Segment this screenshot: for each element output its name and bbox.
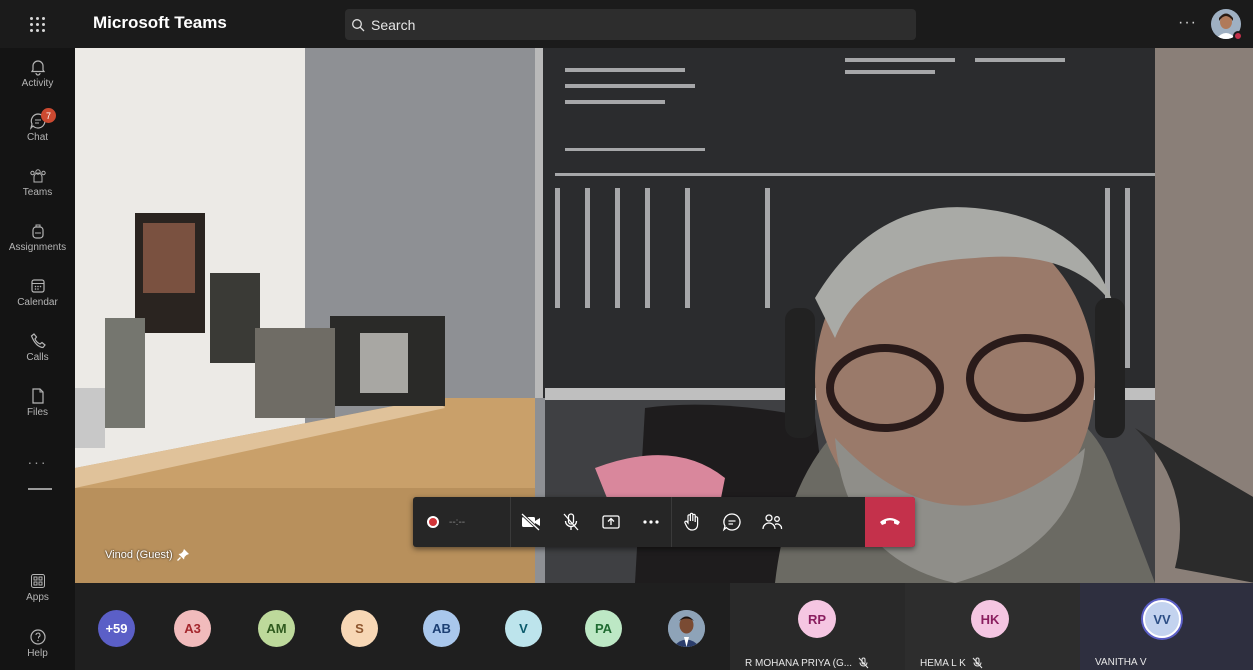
search-input[interactable]: Search bbox=[345, 9, 916, 40]
more-icon bbox=[643, 520, 659, 524]
share-screen-button[interactable] bbox=[591, 497, 631, 547]
rail-item-assignments[interactable]: Assignments bbox=[0, 222, 75, 253]
camera-off-icon bbox=[520, 513, 541, 531]
rail-item-files[interactable]: Files bbox=[0, 387, 75, 418]
participant-strip: +59 A3 AM S AB V PA RP R MOHANA PRIYA (G… bbox=[75, 583, 1253, 670]
mic-off-icon bbox=[972, 657, 983, 669]
pin-icon bbox=[176, 549, 189, 561]
raise-hand-icon bbox=[684, 512, 699, 531]
more-apps-button[interactable]: ··· bbox=[0, 454, 75, 470]
rail-item-chat[interactable]: 7 Chat bbox=[0, 108, 75, 143]
participant-tile-label: R MOHANA PRIYA (G... bbox=[745, 657, 869, 669]
recording-timer: --:-- bbox=[449, 516, 466, 528]
apps-icon bbox=[30, 574, 45, 588]
participant-name: HEMA L K bbox=[920, 657, 966, 669]
file-icon bbox=[31, 388, 44, 404]
calendar-icon bbox=[30, 279, 45, 293]
more-actions-button[interactable] bbox=[631, 497, 671, 547]
record-icon bbox=[427, 516, 439, 528]
backpack-icon bbox=[31, 224, 44, 239]
hang-up-icon bbox=[880, 518, 900, 525]
rail-label: Teams bbox=[22, 187, 53, 198]
rail-item-teams[interactable]: Teams bbox=[0, 167, 75, 198]
people-icon bbox=[762, 514, 783, 530]
rail-item-apps[interactable]: Apps bbox=[0, 572, 75, 603]
rail-item-calendar[interactable]: Calendar bbox=[0, 277, 75, 308]
participant-tile-speaking[interactable]: VV VANITHA V bbox=[1080, 583, 1253, 670]
rail-label: Chat bbox=[26, 132, 49, 143]
participant-avatar[interactable]: AM bbox=[258, 610, 295, 647]
leave-call-button[interactable] bbox=[865, 497, 915, 547]
phone-icon bbox=[30, 333, 46, 349]
app-rail: Activity 7 Chat Teams Assignments Calend… bbox=[0, 48, 75, 670]
participant-photo-avatar[interactable] bbox=[668, 610, 705, 647]
title-bar: Microsoft Teams Search ··· bbox=[0, 0, 1253, 48]
participant-name: Vinod (Guest) bbox=[105, 548, 173, 561]
participant-tile[interactable]: RP R MOHANA PRIYA (G... bbox=[730, 583, 905, 670]
help-icon bbox=[29, 629, 46, 645]
search-icon bbox=[351, 18, 365, 32]
rail-divider bbox=[28, 488, 52, 490]
rail-label: Calls bbox=[26, 352, 49, 363]
participant-name: VANITHA V bbox=[1095, 657, 1147, 668]
participant-initials: VV bbox=[1143, 600, 1181, 638]
participant-avatar[interactable]: AB bbox=[423, 610, 460, 647]
call-controls-bar: --:-- bbox=[413, 497, 915, 547]
participant-overflow-button[interactable]: +59 bbox=[98, 610, 135, 647]
mic-toggle-button[interactable] bbox=[551, 497, 591, 547]
settings-more-button[interactable]: ··· bbox=[1178, 14, 1197, 32]
app-launcher-button[interactable] bbox=[0, 0, 75, 48]
participant-avatar[interactable]: A3 bbox=[174, 610, 211, 647]
mic-off-icon bbox=[858, 657, 869, 669]
search-placeholder: Search bbox=[371, 16, 416, 33]
waffle-icon bbox=[30, 16, 45, 32]
raise-hand-button[interactable] bbox=[672, 497, 712, 547]
participant-tile-label: HEMA L K bbox=[920, 657, 983, 669]
rail-label: Activity bbox=[21, 78, 54, 89]
rail-item-activity[interactable]: Activity bbox=[0, 58, 75, 89]
participant-tile[interactable]: HK HEMA L K bbox=[905, 583, 1080, 670]
rail-item-help[interactable]: Help bbox=[0, 628, 75, 659]
bell-icon bbox=[30, 60, 45, 76]
rail-label: Apps bbox=[26, 592, 49, 603]
participant-initials: RP bbox=[798, 600, 836, 638]
show-participants-button[interactable] bbox=[752, 497, 792, 547]
rail-item-calls[interactable]: Calls bbox=[0, 332, 75, 363]
app-title: Microsoft Teams bbox=[93, 13, 227, 32]
rail-label: Help bbox=[27, 648, 48, 659]
camera-toggle-button[interactable] bbox=[511, 497, 551, 547]
participant-name-tag: Vinod (Guest) bbox=[105, 548, 190, 561]
user-photo bbox=[668, 610, 705, 647]
mic-off-icon bbox=[563, 513, 579, 531]
show-chat-button[interactable] bbox=[712, 497, 752, 547]
participant-avatar[interactable]: V bbox=[505, 610, 542, 647]
chat-icon bbox=[722, 513, 741, 532]
participant-avatar[interactable]: PA bbox=[585, 610, 622, 647]
participant-tile-label: VANITHA V bbox=[1095, 657, 1147, 668]
teams-icon bbox=[29, 169, 46, 183]
recording-indicator[interactable]: --:-- bbox=[413, 497, 511, 547]
rail-label: Assignments bbox=[8, 242, 67, 253]
rail-label: Files bbox=[26, 407, 49, 418]
participant-avatar[interactable]: S bbox=[341, 610, 378, 647]
participant-name: R MOHANA PRIYA (G... bbox=[745, 657, 853, 669]
share-icon bbox=[602, 515, 620, 529]
presence-busy-icon bbox=[1233, 31, 1243, 41]
chat-badge: 7 bbox=[41, 108, 56, 123]
rail-label: Calendar bbox=[17, 297, 58, 308]
participant-initials: HK bbox=[971, 600, 1009, 638]
